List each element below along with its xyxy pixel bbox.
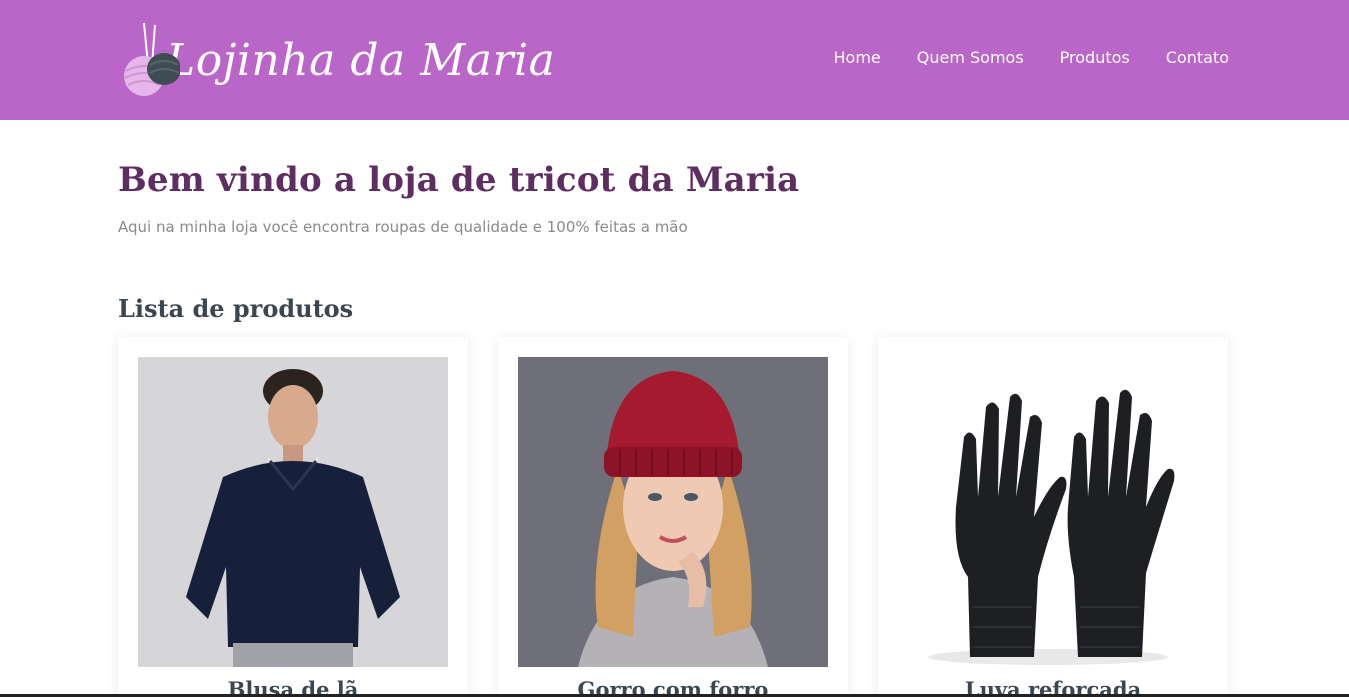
product-list: Blusa de lã Gorro com forro Luva reforça… (118, 337, 1228, 697)
product-image-beanie (518, 357, 828, 667)
page-title: Bem vindo a loja de tricot da Maria (118, 160, 800, 200)
main-nav: Home Quem Somos Produtos Contato (834, 48, 1229, 67)
page-subtitle: Aqui na minha loja você encontra roupas … (118, 218, 688, 236)
products-heading: Lista de produtos (118, 294, 354, 323)
product-image-gloves (898, 357, 1208, 667)
nav-quem-somos[interactable]: Quem Somos (917, 48, 1024, 67)
logo-text: Lojinha da Maria (166, 34, 556, 86)
product-card[interactable]: Gorro com forro (498, 337, 848, 697)
nav-contato[interactable]: Contato (1166, 48, 1229, 67)
yarn-ball-icon (122, 21, 181, 97)
product-card[interactable]: Blusa de lã (118, 337, 468, 697)
site-logo[interactable]: Lojinha da Maria (122, 18, 555, 100)
product-image-sweater (138, 357, 448, 667)
nav-produtos[interactable]: Produtos (1060, 48, 1130, 67)
main-content: Bem vindo a loja de tricot da Maria Aqui… (118, 160, 1230, 323)
nav-home[interactable]: Home (834, 48, 881, 67)
site-header: Lojinha da Maria Home Quem Somos Produto… (0, 0, 1349, 120)
product-card[interactable]: Luva reforçada (878, 337, 1228, 697)
